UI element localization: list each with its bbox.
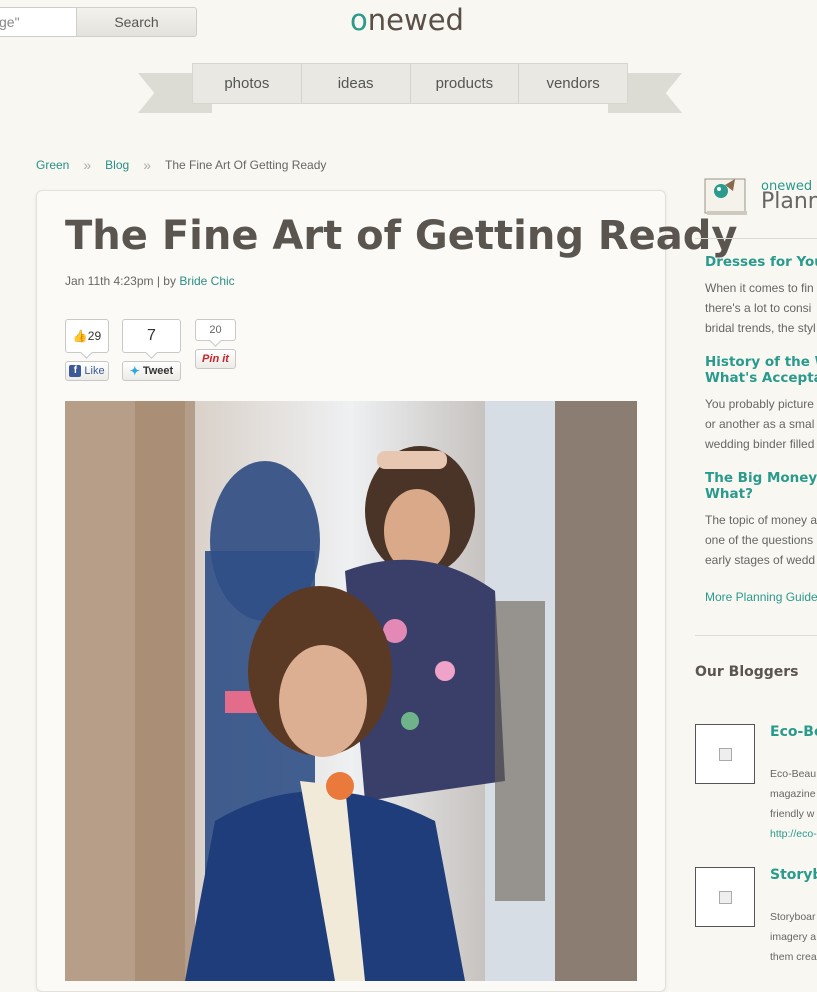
- article-card: The Fine Art of Getting Ready Jan 11th 4…: [36, 190, 738, 992]
- broken-image-icon: [719, 748, 732, 761]
- article-date: Jan 11th 4:23pm | by: [65, 274, 180, 288]
- guide-title[interactable]: History of the WWhat's Acceptab: [705, 354, 817, 386]
- our-bloggers-heading: Our Bloggers: [695, 664, 799, 680]
- article-title: The Fine Art of Getting Ready: [65, 213, 738, 259]
- pinterest-widget: 20 Pin it: [195, 319, 236, 369]
- planner-header[interactable]: onewed Plann: [703, 173, 817, 219]
- blogger-thumbnail[interactable]: [695, 724, 755, 784]
- sidebar: onewed Plann Dresses for Your When it co…: [695, 0, 817, 963]
- nav-ideas[interactable]: ideas: [302, 64, 411, 103]
- guide-title[interactable]: Dresses for Your: [705, 254, 817, 270]
- blogger-thumbnail[interactable]: [695, 867, 755, 927]
- guide-item: History of the WWhat's Acceptab You prob…: [705, 354, 817, 454]
- guide-excerpt: When it comes to fin there's a lot to co…: [705, 281, 816, 335]
- twitter-bird-icon: ✦: [129, 364, 140, 378]
- search-input[interactable]: [0, 7, 76, 37]
- planner-binder-icon: [704, 178, 747, 215]
- guide-title[interactable]: The Big Money QWhat?: [705, 470, 817, 502]
- article-meta: Jan 11th 4:23pm | by Bride Chic: [65, 274, 235, 288]
- blogger-name[interactable]: Eco-Be: [770, 724, 817, 740]
- guide-excerpt: You probably picture or another as a sma…: [705, 397, 815, 451]
- pin-count: 20: [195, 319, 236, 341]
- blogger-name[interactable]: Storyb: [770, 867, 817, 883]
- guide-excerpt: The topic of money a one of the question…: [705, 513, 817, 567]
- breadcrumb-green[interactable]: Green: [36, 158, 69, 172]
- pin-it-button[interactable]: Pin it: [195, 349, 236, 369]
- planner-title: Plann: [761, 189, 817, 214]
- more-planning-guides-link[interactable]: More Planning Guide: [705, 590, 817, 604]
- blogger-description: Storyboar imagery a them crea: [770, 911, 817, 963]
- breadcrumb-separator: »: [83, 157, 92, 173]
- breadcrumb-blog[interactable]: Blog: [105, 158, 129, 172]
- nav-photos[interactable]: photos: [193, 64, 302, 103]
- facebook-like-button[interactable]: f Like: [65, 361, 109, 381]
- breadcrumb: Green » Blog » The Fine Art Of Getting R…: [36, 158, 326, 172]
- author-link[interactable]: Bride Chic: [179, 274, 234, 288]
- facebook-like-widget: 👍29 f Like: [65, 319, 109, 381]
- nav-vendors[interactable]: vendors: [519, 64, 627, 103]
- tweet-widget: 7 ✦ Tweet: [122, 319, 181, 381]
- broken-image-icon: [719, 891, 732, 904]
- guide-item: The Big Money QWhat? The topic of money …: [705, 470, 817, 570]
- search-button[interactable]: Search: [76, 7, 197, 37]
- tweet-button[interactable]: ✦ Tweet: [122, 361, 181, 381]
- search-bar: Search: [0, 7, 197, 37]
- logo-rest: newed: [367, 3, 464, 37]
- thumbs-up-icon: 👍: [72, 329, 88, 343]
- tweet-count: 7: [122, 319, 181, 353]
- blogger-link[interactable]: http://eco-: [770, 828, 817, 840]
- divider: [695, 635, 817, 636]
- getting-ready-photo: [65, 401, 637, 981]
- onewed-logo[interactable]: onewed: [350, 3, 464, 37]
- nav-products[interactable]: products: [411, 64, 520, 103]
- breadcrumb-separator: »: [143, 157, 151, 173]
- breadcrumb-current: The Fine Art Of Getting Ready: [164, 158, 327, 172]
- guide-item: Dresses for Your When it comes to fin th…: [705, 254, 817, 338]
- divider: [695, 238, 817, 239]
- main-nav: photos ideas products vendors: [192, 63, 628, 104]
- like-count: 👍29: [65, 319, 109, 353]
- facebook-icon: f: [69, 365, 82, 377]
- logo-first: o: [350, 3, 368, 37]
- article-photo: [65, 401, 637, 981]
- blogger-description: Eco-Beau magazine friendly w http://eco-: [770, 768, 817, 840]
